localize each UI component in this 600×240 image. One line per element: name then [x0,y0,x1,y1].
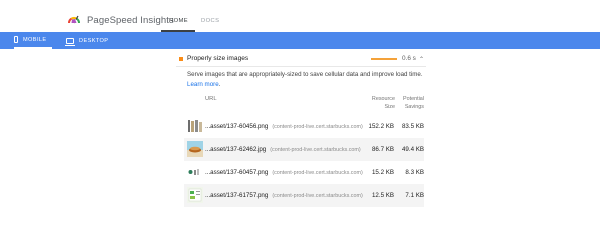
resource-size: 12.5 KB [371,192,394,199]
resource-url[interactable]: ...asset/137-62462.jpg (content-prod-live… [205,146,361,153]
image-thumbnail [187,187,203,203]
image-thumbnail [187,118,203,134]
tab-desktop-label: DESKTOP [79,37,109,44]
learn-more-link[interactable]: Learn more [187,81,219,88]
resource-url[interactable]: ...asset/137-60457.png (content-prod-live… [205,169,363,176]
column-header-size: Resource Size [371,96,395,110]
app-title: PageSpeed Insights [87,15,174,26]
chevron-up-icon[interactable]: ⌃ [419,56,424,63]
resource-url[interactable]: ...asset/137-61757.png (content-prod-live… [205,192,363,199]
top-header: PageSpeed Insights HOME DOCS [0,0,600,32]
image-thumbnail [187,141,203,157]
potential-savings: 8.3 KB [405,169,424,176]
table-row: ...asset/137-60456.png (content-prod-live… [184,115,424,138]
desktop-icon [65,37,75,46]
audit-header[interactable]: Properly size images 0.6 s ⌃ [176,52,426,66]
column-header-savings: Potential Savings [403,96,424,110]
table-row: ...asset/137-60457.png (content-prod-live… [184,161,424,184]
tab-mobile[interactable]: MOBILE [14,32,52,49]
potential-savings: 49.4 KB [401,146,424,153]
resource-size: 86.7 KB [371,146,394,153]
image-thumbnail [187,164,203,180]
savings-time: 0.6 s [402,55,416,62]
audit-description: Serve images that are appropriately-size… [187,71,423,88]
table-row: ...asset/137-62462.jpg (content-prod-live… [184,138,424,161]
resource-url[interactable]: ...asset/137-60456.png (content-prod-live… [205,123,363,130]
tab-docs[interactable]: DOCS [201,18,219,24]
audit-title: Properly size images [187,55,249,62]
savings-bar [371,58,397,60]
description-text: Serve images that are appropriately-size… [187,71,423,78]
tab-desktop[interactable]: DESKTOP [65,32,109,49]
potential-savings: 83.5 KB [401,123,424,130]
potential-savings: 7.1 KB [405,192,424,199]
audit-panel: Properly size images 0.6 s ⌃ Serve image… [176,52,426,208]
device-tab-bar: MOBILE DESKTOP [0,32,600,49]
resource-size: 15.2 KB [371,169,394,176]
column-header-url: URL [205,96,217,102]
resource-size: 152.2 KB [368,123,394,130]
warning-square-icon [179,57,183,61]
table-row: ...asset/137-61757.png (content-prod-live… [184,184,424,207]
tab-mobile-label: MOBILE [23,36,47,43]
pagespeed-logo-icon [68,15,80,24]
divider [176,66,426,67]
tab-home[interactable]: HOME [169,18,188,24]
phone-icon [14,36,18,43]
